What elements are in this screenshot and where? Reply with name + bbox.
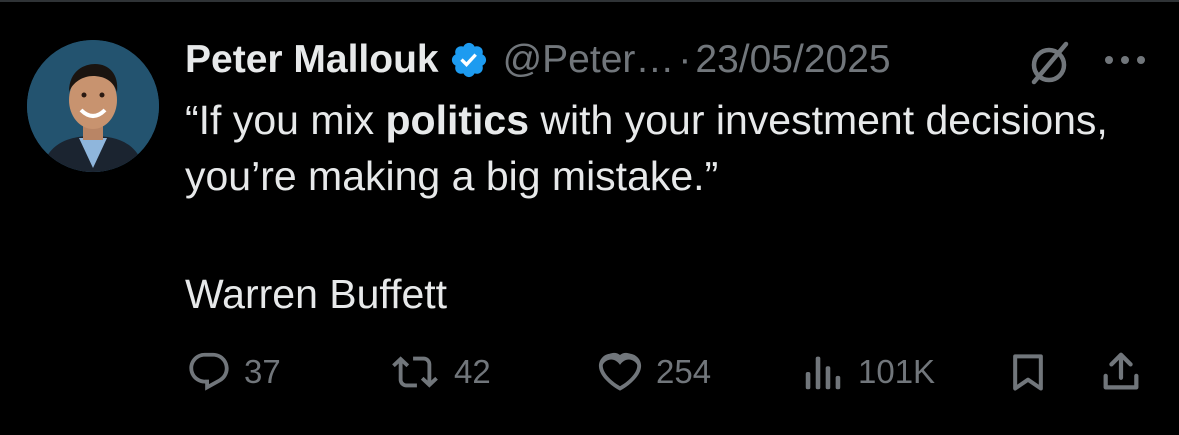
tweet-date[interactable]: 23/05/2025 bbox=[695, 38, 890, 82]
action-bar: 37 42 254 101K bbox=[0, 340, 1179, 404]
author-name[interactable]: Peter Mallouk bbox=[185, 38, 439, 82]
repost-count: 42 bbox=[454, 353, 491, 390]
like-button[interactable]: 254 bbox=[596, 340, 711, 404]
reply-count: 37 bbox=[244, 353, 281, 390]
heart-icon bbox=[598, 352, 642, 391]
tweet-text-start: “If you mix bbox=[185, 97, 386, 143]
like-count: 254 bbox=[656, 353, 712, 390]
tweet-text-bold: politics bbox=[385, 97, 530, 143]
author-handle[interactable]: @Peter… bbox=[503, 38, 675, 82]
header-separator: · bbox=[678, 38, 692, 81]
reply-button[interactable]: 37 bbox=[186, 340, 281, 404]
views-button[interactable]: 101K bbox=[800, 340, 935, 404]
tweet-header: Peter Mallouk @Peter… · 23/05/2025 bbox=[185, 32, 891, 88]
avatar-image bbox=[27, 40, 159, 172]
views-icon bbox=[805, 356, 841, 390]
top-divider bbox=[0, 0, 1179, 2]
repost-icon bbox=[392, 356, 438, 388]
views-count: 101K bbox=[858, 353, 936, 390]
repost-button[interactable]: 42 bbox=[388, 340, 491, 404]
share-icon bbox=[1103, 352, 1139, 390]
share-button[interactable] bbox=[1098, 340, 1144, 404]
bookmark-icon bbox=[1013, 354, 1043, 391]
more-icon[interactable] bbox=[1100, 48, 1150, 72]
reply-icon bbox=[189, 352, 229, 391]
bookmark-button[interactable] bbox=[1006, 340, 1050, 404]
verified-badge-icon[interactable] bbox=[449, 40, 489, 80]
quote-attribution: Warren Buffett bbox=[185, 271, 448, 317]
tweet-text: “If you mix politics with your investmen… bbox=[185, 92, 1145, 204]
grok-icon[interactable] bbox=[1024, 38, 1074, 88]
avatar[interactable] bbox=[27, 40, 159, 172]
